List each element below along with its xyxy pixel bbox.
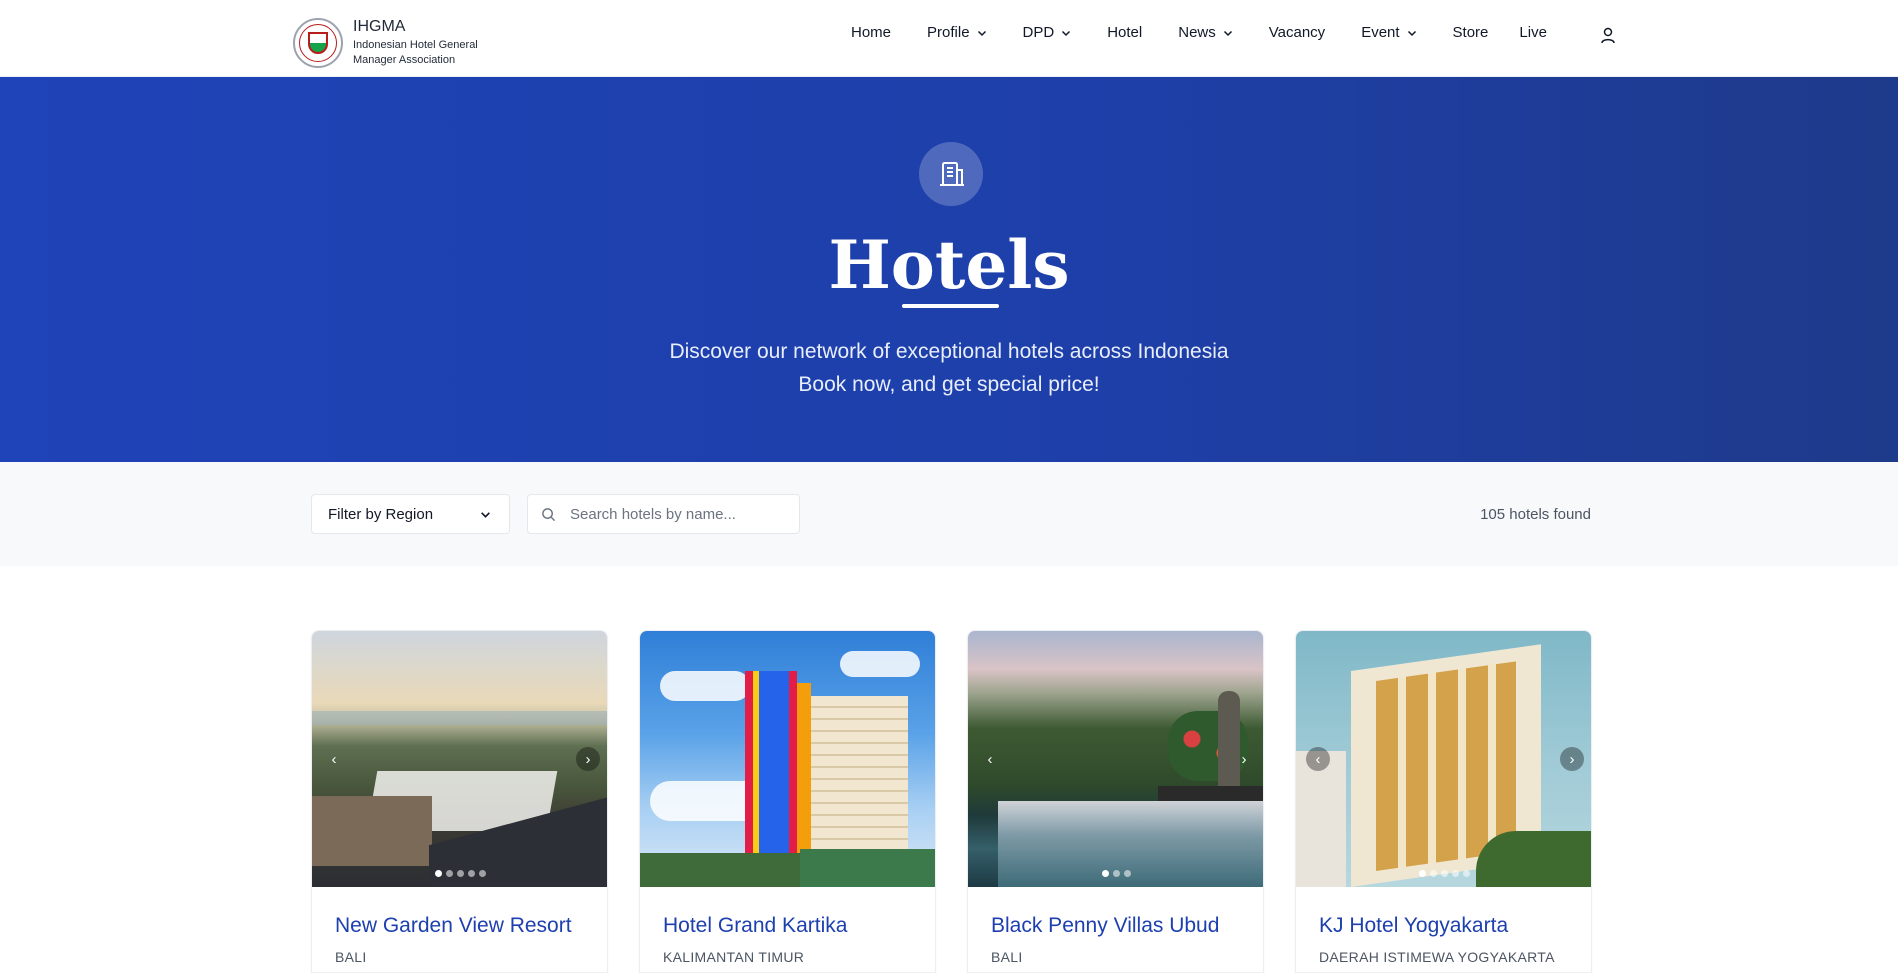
carousel-dot[interactable]: [457, 870, 464, 877]
nav-label: News: [1178, 24, 1216, 41]
nav-item-event[interactable]: Event: [1361, 24, 1416, 41]
carousel-dot[interactable]: [1430, 870, 1437, 877]
hotel-name-link[interactable]: Black Penny Villas Ubud: [991, 914, 1219, 938]
nav-label: Live: [1519, 24, 1547, 41]
search-box: [527, 494, 800, 534]
hotel-region: BALI: [991, 949, 1023, 965]
chevron-down-icon: [1407, 30, 1416, 36]
carousel-dot[interactable]: [1463, 870, 1470, 877]
hotel-image[interactable]: [640, 631, 935, 887]
results-count: 105 hotels found: [1480, 506, 1591, 523]
hotel-region: KALIMANTAN TIMUR: [663, 949, 805, 965]
hotel-image-carousel[interactable]: ‹ ›: [968, 631, 1263, 887]
ihgma-logo-icon: [293, 18, 343, 68]
hotel-name-link[interactable]: Hotel Grand Kartika: [663, 914, 847, 938]
search-input[interactable]: [570, 505, 790, 523]
brand-logo-link[interactable]: IHGMA Indonesian Hotel General Manager A…: [293, 18, 483, 68]
carousel-indicators: [968, 870, 1263, 877]
hotel-card[interactable]: Hotel Grand Kartika KALIMANTAN TIMUR: [639, 630, 936, 973]
carousel-dot[interactable]: [1452, 870, 1459, 877]
brand-title: IHGMA: [353, 18, 406, 35]
hotel-region: BALI: [335, 949, 367, 965]
nav-label: Vacancy: [1268, 24, 1326, 41]
chevron-down-icon: [1062, 30, 1071, 36]
hero-subtitle-line2: Book now, and get special price!: [798, 373, 1100, 396]
chevron-down-icon: [977, 30, 986, 36]
hotel-region: DAERAH ISTIMEWA YOGYAKARTA: [1319, 949, 1555, 965]
carousel-next-button[interactable]: ›: [1232, 747, 1256, 771]
nav-label: DPD: [1022, 24, 1055, 41]
region-filter-select[interactable]: Filter by Region: [311, 494, 510, 534]
carousel-dot[interactable]: [1124, 870, 1131, 877]
nav-item-hotel[interactable]: Hotel: [1107, 24, 1142, 41]
nav-item-dpd[interactable]: DPD: [1023, 24, 1072, 41]
hotel-name-link[interactable]: KJ Hotel Yogyakarta: [1319, 914, 1508, 938]
hotel-card[interactable]: ‹ › New Garden View Resort BALI: [311, 630, 608, 973]
carousel-dot[interactable]: [1102, 870, 1109, 877]
main-menu: Home Profile DPD Hotel News Vacancy Even…: [851, 24, 1583, 41]
nav-item-vacancy[interactable]: Vacancy: [1269, 24, 1325, 41]
carousel-next-button[interactable]: ›: [1560, 747, 1584, 771]
carousel-prev-button[interactable]: ‹: [322, 747, 346, 771]
nav-item-live[interactable]: Live: [1519, 24, 1547, 41]
chevron-down-icon: [481, 512, 490, 518]
carousel-dot[interactable]: [446, 870, 453, 877]
carousel-dot[interactable]: [1441, 870, 1448, 877]
carousel-prev-button[interactable]: ‹: [1306, 747, 1330, 771]
hero-subtitle-line1: Discover our network of exceptional hote…: [669, 340, 1229, 363]
nav-label: Store: [1452, 24, 1489, 41]
top-navbar: IHGMA Indonesian Hotel General Manager A…: [0, 0, 1898, 77]
brand-subtitle: Indonesian Hotel General Manager Associa…: [353, 39, 478, 66]
title-underline: [902, 304, 999, 308]
hotel-image-carousel[interactable]: ‹ ›: [1296, 631, 1591, 887]
carousel-dot[interactable]: [1419, 870, 1426, 877]
nav-label: Home: [851, 24, 892, 41]
carousel-next-button[interactable]: ›: [576, 747, 600, 771]
hero-subtitle: Discover our network of exceptional hote…: [0, 335, 1898, 401]
nav-label: Event: [1361, 24, 1400, 41]
filter-bar: Filter by Region 105 hotels found: [0, 462, 1898, 566]
carousel-prev-button[interactable]: ‹: [978, 747, 1002, 771]
hotel-name-link[interactable]: New Garden View Resort: [335, 914, 572, 938]
nav-label: Profile: [927, 24, 970, 41]
carousel-dot[interactable]: [468, 870, 475, 877]
hero-banner: Hotels Discover our network of exception…: [0, 77, 1898, 462]
nav-item-store[interactable]: Store: [1453, 24, 1489, 41]
hotel-image-carousel[interactable]: ‹ ›: [312, 631, 607, 887]
carousel-indicators: [312, 870, 607, 877]
page-title: Hotels: [828, 226, 1070, 304]
carousel-dot[interactable]: [435, 870, 442, 877]
nav-label: Hotel: [1107, 24, 1143, 41]
hotel-card[interactable]: ‹ › Black Penny Villas Ubud BALI: [967, 630, 1264, 973]
hotel-card[interactable]: ‹ › KJ Hotel Yogyakarta DAERAH ISTIMEWA …: [1295, 630, 1592, 973]
chevron-down-icon: [1223, 30, 1232, 36]
user-icon[interactable]: [1600, 27, 1616, 45]
building-icon: [919, 142, 983, 206]
carousel-dot[interactable]: [479, 870, 486, 877]
search-icon: [542, 507, 556, 521]
carousel-dot[interactable]: [1113, 870, 1120, 877]
nav-item-home[interactable]: Home: [851, 24, 891, 41]
nav-item-profile[interactable]: Profile: [927, 24, 987, 41]
carousel-indicators: [1296, 870, 1591, 877]
region-filter-value: Filter by Region: [328, 505, 434, 523]
nav-item-news[interactable]: News: [1178, 24, 1233, 41]
